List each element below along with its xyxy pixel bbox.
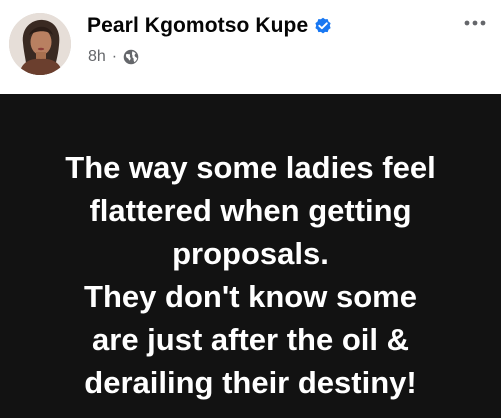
post-text-line: derailing their destiny! xyxy=(84,365,417,400)
post-meta: 8h · xyxy=(88,48,139,66)
post-text-line: They don't know some xyxy=(84,279,417,314)
post-text-line: The way some ladies feel xyxy=(65,150,436,185)
more-options-button[interactable] xyxy=(457,10,493,36)
post-text-line: proposals. xyxy=(172,236,329,271)
author-name[interactable]: Pearl Kgomotso Kupe xyxy=(87,14,332,38)
verified-badge-icon xyxy=(314,17,332,35)
post-text-line: are just after the oil & xyxy=(92,322,409,357)
globe-icon[interactable] xyxy=(123,49,139,65)
post-background-card: The way some ladies feel flattered when … xyxy=(0,94,501,418)
more-options-icon xyxy=(464,20,486,26)
facebook-post: Pearl Kgomotso Kupe 8h · The way some la… xyxy=(0,0,501,418)
post-text-line: flattered when getting xyxy=(89,193,412,228)
timestamp[interactable]: 8h xyxy=(88,48,106,66)
post-header: Pearl Kgomotso Kupe 8h · xyxy=(0,0,501,94)
meta-separator: · xyxy=(111,48,118,65)
avatar[interactable] xyxy=(9,13,71,75)
author-name-text[interactable]: Pearl Kgomotso Kupe xyxy=(87,14,308,38)
post-text: The way some ladies feel flattered when … xyxy=(0,146,501,404)
avatar-image xyxy=(9,13,71,75)
